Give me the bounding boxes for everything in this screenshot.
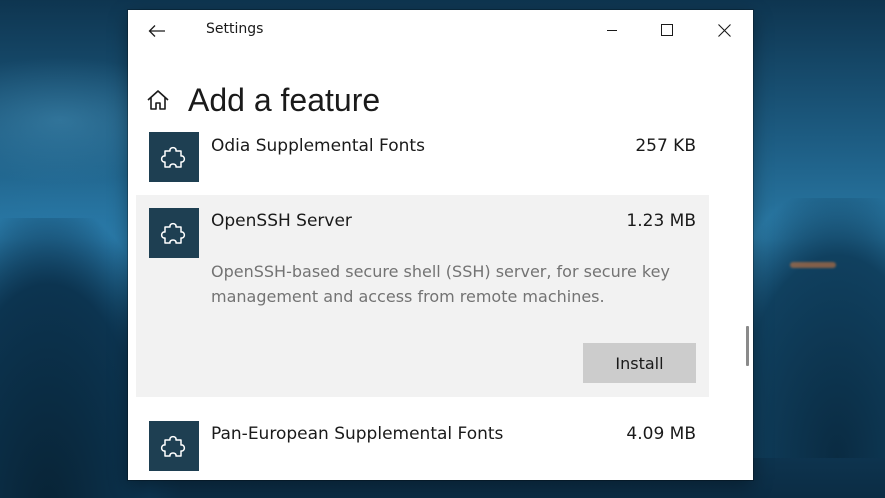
feature-name: Odia Supplemental Fonts: [211, 136, 425, 156]
feature-size: 1.23 MB: [626, 211, 696, 231]
feature-item-odia-supplemental-fonts[interactable]: Odia Supplemental Fonts 257 KB: [136, 132, 709, 192]
puzzle-piece-icon: [160, 222, 186, 244]
feature-description: OpenSSH-based secure shell (SSH) server,…: [211, 262, 670, 306]
feature-item-pan-european-supplemental-fonts[interactable]: Pan-European Supplemental Fonts 4.09 MB: [136, 408, 709, 471]
feature-icon-box: [149, 421, 199, 471]
feature-name: Pan-European Supplemental Fonts: [211, 424, 504, 444]
feature-size: 4.09 MB: [626, 424, 696, 444]
close-button[interactable]: [701, 10, 747, 50]
title-bar[interactable]: Settings: [128, 10, 753, 50]
feature-icon-box: [149, 208, 199, 258]
scrollbar-thumb[interactable]: [746, 326, 749, 366]
background-light-glow: [790, 262, 836, 268]
home-icon: [147, 90, 169, 110]
maximize-icon: [661, 24, 673, 36]
window-title: Settings: [206, 21, 264, 37]
minimize-button[interactable]: [589, 10, 635, 50]
feature-icon-box: [149, 132, 199, 182]
page-title: Add a feature: [188, 81, 381, 118]
home-button[interactable]: [146, 87, 172, 113]
page-header: Add a feature: [146, 80, 380, 120]
back-arrow-icon: [148, 25, 165, 37]
feature-name: OpenSSH Server: [211, 211, 352, 231]
desktop-background: Settings Add a feature Odia Supplemental…: [0, 0, 885, 498]
feature-item-openssh-server[interactable]: OpenSSH Server 1.23 MB OpenSSH-based sec…: [136, 195, 709, 397]
minimize-icon: [607, 30, 617, 31]
feature-size: 257 KB: [635, 136, 696, 156]
settings-window: Settings Add a feature Odia Supplemental…: [128, 10, 753, 480]
close-icon: [717, 23, 731, 37]
maximize-button[interactable]: [644, 10, 690, 50]
puzzle-piece-icon: [160, 146, 186, 168]
install-button[interactable]: Install: [583, 343, 696, 383]
back-button[interactable]: [142, 18, 172, 44]
puzzle-piece-icon: [160, 435, 186, 457]
